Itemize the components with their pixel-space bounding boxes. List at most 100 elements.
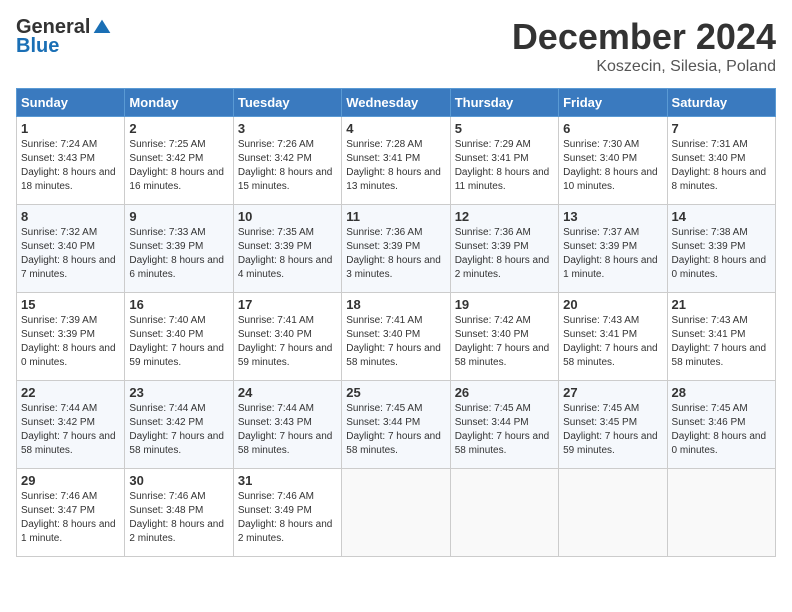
calendar-cell: 20 Sunrise: 7:43 AMSunset: 3:41 PMDaylig… — [559, 293, 667, 381]
location: Koszecin, Silesia, Poland — [512, 58, 776, 76]
cell-text: Sunrise: 7:41 AMSunset: 3:40 PMDaylight:… — [346, 315, 441, 368]
cell-text: Sunrise: 7:25 AMSunset: 3:42 PMDaylight:… — [129, 139, 224, 192]
day-number: 8 — [21, 209, 120, 224]
cell-text: Sunrise: 7:32 AMSunset: 3:40 PMDaylight:… — [21, 227, 116, 280]
day-number: 24 — [238, 385, 337, 400]
cell-text: Sunrise: 7:40 AMSunset: 3:40 PMDaylight:… — [129, 315, 224, 368]
calendar-cell: 9 Sunrise: 7:33 AMSunset: 3:39 PMDayligh… — [125, 205, 233, 293]
day-number: 5 — [455, 121, 554, 136]
calendar-cell: 11 Sunrise: 7:36 AMSunset: 3:39 PMDaylig… — [342, 205, 450, 293]
day-number: 7 — [672, 121, 771, 136]
day-number: 2 — [129, 121, 228, 136]
calendar-cell: 8 Sunrise: 7:32 AMSunset: 3:40 PMDayligh… — [17, 205, 125, 293]
cell-text: Sunrise: 7:35 AMSunset: 3:39 PMDaylight:… — [238, 227, 333, 280]
day-number: 16 — [129, 297, 228, 312]
header-thursday: Thursday — [450, 89, 558, 117]
cell-text: Sunrise: 7:26 AMSunset: 3:42 PMDaylight:… — [238, 139, 333, 192]
cell-text: Sunrise: 7:46 AMSunset: 3:47 PMDaylight:… — [21, 491, 116, 544]
calendar-cell: 15 Sunrise: 7:39 AMSunset: 3:39 PMDaylig… — [17, 293, 125, 381]
day-number: 30 — [129, 473, 228, 488]
cell-text: Sunrise: 7:29 AMSunset: 3:41 PMDaylight:… — [455, 139, 550, 192]
header-saturday: Saturday — [667, 89, 775, 117]
cell-text: Sunrise: 7:31 AMSunset: 3:40 PMDaylight:… — [672, 139, 767, 192]
cell-text: Sunrise: 7:33 AMSunset: 3:39 PMDaylight:… — [129, 227, 224, 280]
day-number: 28 — [672, 385, 771, 400]
day-number: 6 — [563, 121, 662, 136]
calendar-cell: 13 Sunrise: 7:37 AMSunset: 3:39 PMDaylig… — [559, 205, 667, 293]
calendar-header-row: Sunday Monday Tuesday Wednesday Thursday… — [17, 89, 776, 117]
cell-text: Sunrise: 7:43 AMSunset: 3:41 PMDaylight:… — [672, 315, 767, 368]
day-number: 17 — [238, 297, 337, 312]
calendar-cell: 17 Sunrise: 7:41 AMSunset: 3:40 PMDaylig… — [233, 293, 341, 381]
calendar-cell: 12 Sunrise: 7:36 AMSunset: 3:39 PMDaylig… — [450, 205, 558, 293]
calendar-cell: 22 Sunrise: 7:44 AMSunset: 3:42 PMDaylig… — [17, 381, 125, 469]
cell-text: Sunrise: 7:42 AMSunset: 3:40 PMDaylight:… — [455, 315, 550, 368]
calendar-cell: 1 Sunrise: 7:24 AMSunset: 3:43 PMDayligh… — [17, 117, 125, 205]
day-number: 25 — [346, 385, 445, 400]
day-number: 10 — [238, 209, 337, 224]
calendar-cell: 5 Sunrise: 7:29 AMSunset: 3:41 PMDayligh… — [450, 117, 558, 205]
calendar-cell: 6 Sunrise: 7:30 AMSunset: 3:40 PMDayligh… — [559, 117, 667, 205]
calendar-table: Sunday Monday Tuesday Wednesday Thursday… — [16, 88, 776, 557]
cell-text: Sunrise: 7:45 AMSunset: 3:45 PMDaylight:… — [563, 403, 658, 456]
cell-text: Sunrise: 7:46 AMSunset: 3:49 PMDaylight:… — [238, 491, 333, 544]
calendar-week-row: 8 Sunrise: 7:32 AMSunset: 3:40 PMDayligh… — [17, 205, 776, 293]
day-number: 15 — [21, 297, 120, 312]
cell-text: Sunrise: 7:41 AMSunset: 3:40 PMDaylight:… — [238, 315, 333, 368]
cell-text: Sunrise: 7:43 AMSunset: 3:41 PMDaylight:… — [563, 315, 658, 368]
header-sunday: Sunday — [17, 89, 125, 117]
calendar-cell: 25 Sunrise: 7:45 AMSunset: 3:44 PMDaylig… — [342, 381, 450, 469]
calendar-cell: 31 Sunrise: 7:46 AMSunset: 3:49 PMDaylig… — [233, 469, 341, 557]
cell-text: Sunrise: 7:28 AMSunset: 3:41 PMDaylight:… — [346, 139, 441, 192]
day-number: 27 — [563, 385, 662, 400]
cell-text: Sunrise: 7:46 AMSunset: 3:48 PMDaylight:… — [129, 491, 224, 544]
day-number: 12 — [455, 209, 554, 224]
calendar-cell: 7 Sunrise: 7:31 AMSunset: 3:40 PMDayligh… — [667, 117, 775, 205]
calendar-cell: 21 Sunrise: 7:43 AMSunset: 3:41 PMDaylig… — [667, 293, 775, 381]
cell-text: Sunrise: 7:36 AMSunset: 3:39 PMDaylight:… — [455, 227, 550, 280]
calendar-cell: 14 Sunrise: 7:38 AMSunset: 3:39 PMDaylig… — [667, 205, 775, 293]
calendar-cell — [342, 469, 450, 557]
calendar-week-row: 15 Sunrise: 7:39 AMSunset: 3:39 PMDaylig… — [17, 293, 776, 381]
day-number: 20 — [563, 297, 662, 312]
day-number: 4 — [346, 121, 445, 136]
calendar-week-row: 1 Sunrise: 7:24 AMSunset: 3:43 PMDayligh… — [17, 117, 776, 205]
day-number: 26 — [455, 385, 554, 400]
header-monday: Monday — [125, 89, 233, 117]
calendar-cell: 4 Sunrise: 7:28 AMSunset: 3:41 PMDayligh… — [342, 117, 450, 205]
day-number: 29 — [21, 473, 120, 488]
calendar-cell: 28 Sunrise: 7:45 AMSunset: 3:46 PMDaylig… — [667, 381, 775, 469]
calendar-cell: 3 Sunrise: 7:26 AMSunset: 3:42 PMDayligh… — [233, 117, 341, 205]
calendar-cell: 2 Sunrise: 7:25 AMSunset: 3:42 PMDayligh… — [125, 117, 233, 205]
calendar-cell: 10 Sunrise: 7:35 AMSunset: 3:39 PMDaylig… — [233, 205, 341, 293]
day-number: 21 — [672, 297, 771, 312]
cell-text: Sunrise: 7:44 AMSunset: 3:42 PMDaylight:… — [21, 403, 116, 456]
day-number: 14 — [672, 209, 771, 224]
cell-text: Sunrise: 7:44 AMSunset: 3:42 PMDaylight:… — [129, 403, 224, 456]
cell-text: Sunrise: 7:24 AMSunset: 3:43 PMDaylight:… — [21, 139, 116, 192]
day-number: 11 — [346, 209, 445, 224]
day-number: 13 — [563, 209, 662, 224]
day-number: 22 — [21, 385, 120, 400]
header-tuesday: Tuesday — [233, 89, 341, 117]
calendar-week-row: 29 Sunrise: 7:46 AMSunset: 3:47 PMDaylig… — [17, 469, 776, 557]
calendar-cell — [450, 469, 558, 557]
calendar-cell: 19 Sunrise: 7:42 AMSunset: 3:40 PMDaylig… — [450, 293, 558, 381]
logo-blue-text: Blue — [16, 35, 59, 58]
calendar-cell: 24 Sunrise: 7:44 AMSunset: 3:43 PMDaylig… — [233, 381, 341, 469]
cell-text: Sunrise: 7:44 AMSunset: 3:43 PMDaylight:… — [238, 403, 333, 456]
calendar-week-row: 22 Sunrise: 7:44 AMSunset: 3:42 PMDaylig… — [17, 381, 776, 469]
header-wednesday: Wednesday — [342, 89, 450, 117]
day-number: 19 — [455, 297, 554, 312]
logo-icon — [92, 18, 112, 38]
cell-text: Sunrise: 7:30 AMSunset: 3:40 PMDaylight:… — [563, 139, 658, 192]
calendar-cell: 23 Sunrise: 7:44 AMSunset: 3:42 PMDaylig… — [125, 381, 233, 469]
cell-text: Sunrise: 7:39 AMSunset: 3:39 PMDaylight:… — [21, 315, 116, 368]
cell-text: Sunrise: 7:36 AMSunset: 3:39 PMDaylight:… — [346, 227, 441, 280]
cell-text: Sunrise: 7:45 AMSunset: 3:44 PMDaylight:… — [455, 403, 550, 456]
calendar-cell: 16 Sunrise: 7:40 AMSunset: 3:40 PMDaylig… — [125, 293, 233, 381]
calendar-cell: 29 Sunrise: 7:46 AMSunset: 3:47 PMDaylig… — [17, 469, 125, 557]
cell-text: Sunrise: 7:45 AMSunset: 3:44 PMDaylight:… — [346, 403, 441, 456]
header: General Blue December 2024 Koszecin, Sil… — [16, 16, 776, 76]
calendar-cell: 27 Sunrise: 7:45 AMSunset: 3:45 PMDaylig… — [559, 381, 667, 469]
